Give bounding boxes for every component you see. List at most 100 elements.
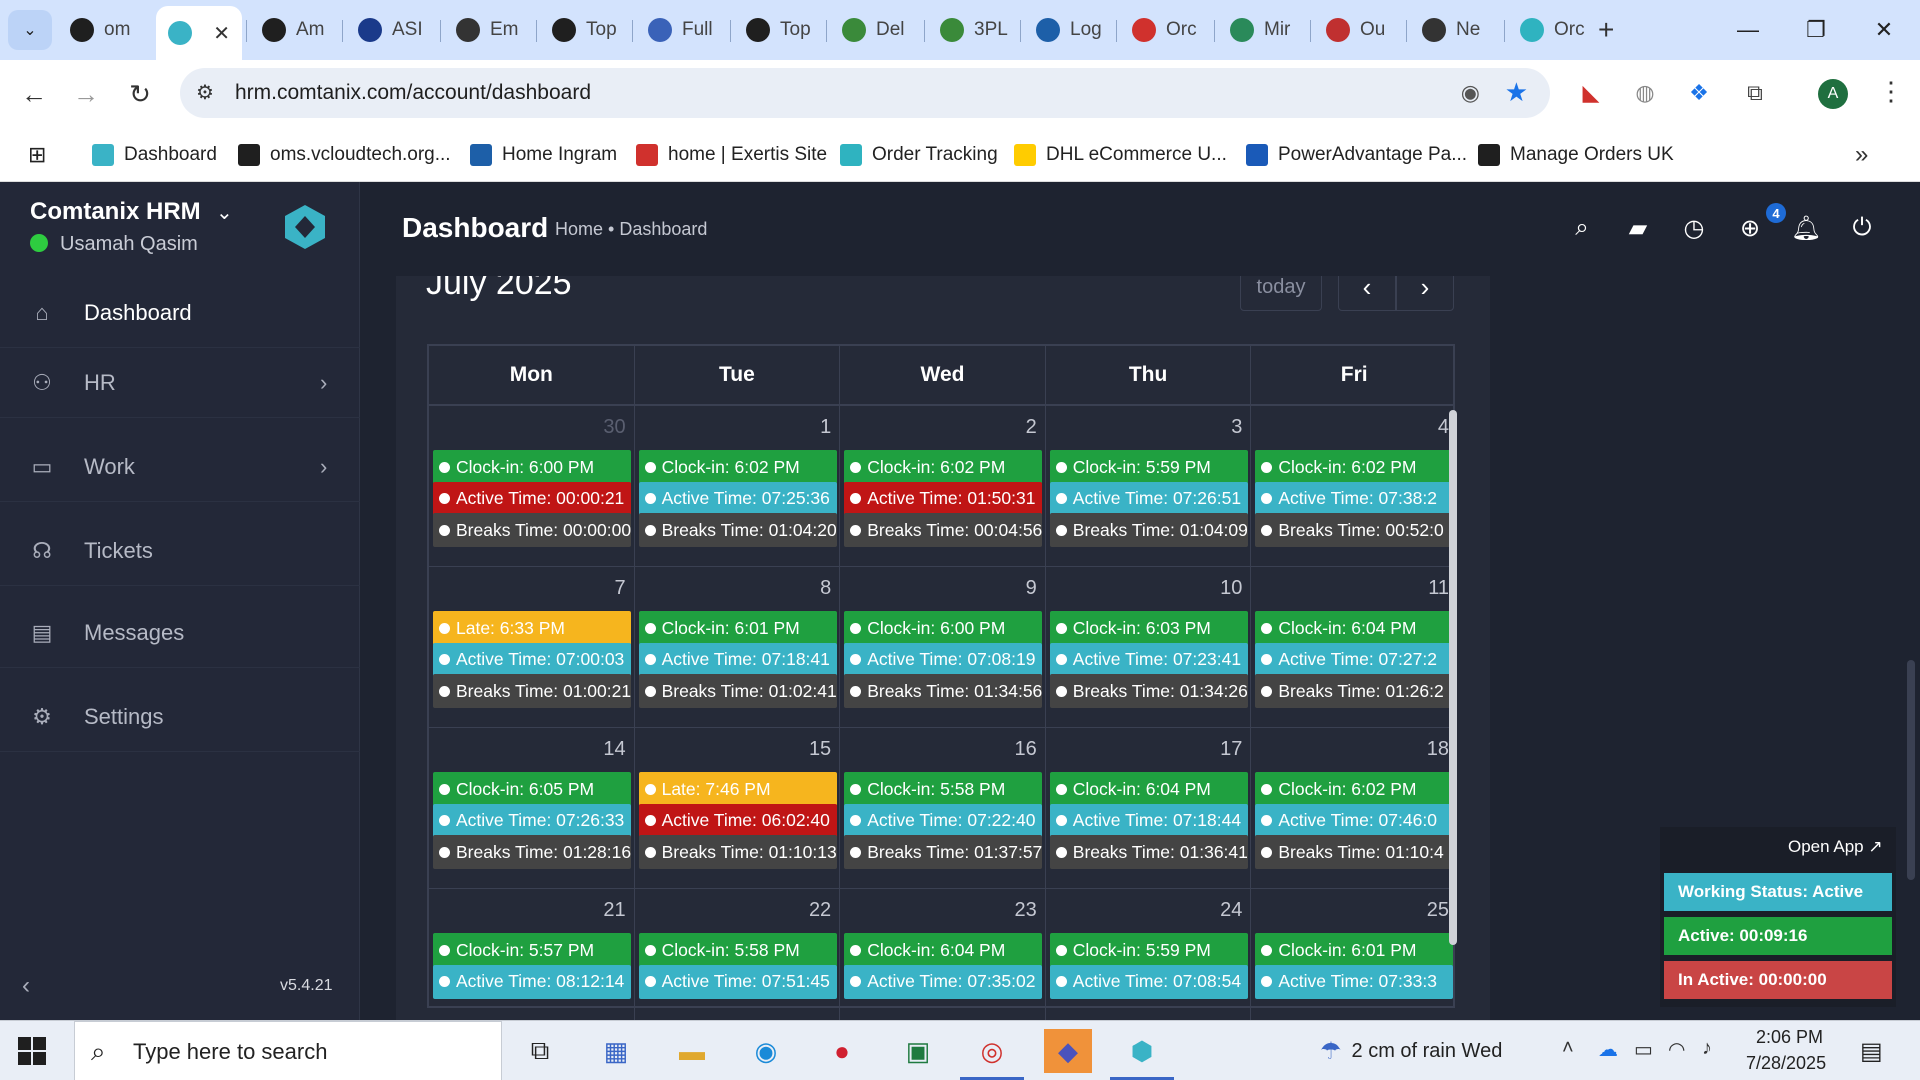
- browser-menu-icon[interactable]: ⋮: [1878, 76, 1904, 107]
- calendar-event[interactable]: Breaks Time: 01:10:13: [638, 835, 837, 869]
- tray-overflow-icon[interactable]: ˄: [1562, 1037, 1574, 1060]
- bell-icon[interactable]: 🔔︎: [1790, 212, 1822, 244]
- calendar-event[interactable]: Breaks Time: 01:04:20: [638, 513, 837, 547]
- excel-icon[interactable]: ▣: [894, 1029, 942, 1073]
- calendar-event[interactable]: Clock-in: 5:59 PM: [1049, 450, 1248, 484]
- open-app-link[interactable]: Open App ↗: [1788, 837, 1883, 857]
- calendar-event[interactable]: Clock-in: 5:58 PM: [638, 933, 837, 967]
- calendar-day-cell[interactable]: 9 Clock-in: 6:00 PM Active Time: 07:08:19 B…: [840, 567, 1046, 727]
- calendar-day-cell[interactable]: 18 Clock-in: 6:02 PM Active Time: 07:46:0 B…: [1251, 728, 1457, 888]
- calendar-event[interactable]: Clock-in: 6:04 PM: [844, 933, 1043, 967]
- calendar-event[interactable]: Clock-in: 6:02 PM: [1255, 450, 1454, 484]
- calendar-event[interactable]: Active Time: 07:51:45: [638, 964, 837, 999]
- clock-icon[interactable]: ◷: [1678, 212, 1710, 244]
- calendar-event[interactable]: Active Time: 07:46:0: [1255, 803, 1454, 838]
- calendar-event[interactable]: Breaks Time: 01:36:41: [1049, 835, 1248, 869]
- calendar-event[interactable]: Clock-in: 6:00 PM: [433, 450, 631, 484]
- calendar-scrollbar[interactable]: [1449, 410, 1457, 945]
- calendar-event[interactable]: Active Time: 07:08:19: [844, 642, 1043, 677]
- calendar-event[interactable]: Breaks Time: 01:34:26: [1049, 674, 1248, 708]
- calendar-event[interactable]: Late: 6:33 PM: [433, 611, 631, 645]
- edge-icon[interactable]: ◉: [742, 1029, 790, 1073]
- calendar-event[interactable]: Clock-in: 6:02 PM: [1255, 772, 1454, 806]
- browser-tab[interactable]: Em: [444, 10, 534, 50]
- calendar-day-cell[interactable]: 1 Clock-in: 6:02 PM Active Time: 07:25:36 B…: [635, 406, 841, 566]
- sidebar-item-settings[interactable]: ⚙ Settings: [0, 682, 360, 752]
- bookmark-item[interactable]: PowerAdvantage Pa...: [1246, 139, 1467, 171]
- browser-tab[interactable]: ASI: [346, 10, 436, 50]
- notification-center-icon[interactable]: ▤: [1860, 1037, 1883, 1066]
- windows-start-icon[interactable]: [18, 1037, 46, 1065]
- calendar-day-cell[interactable]: 25 Clock-in: 6:01 PM Active Time: 07:33:3: [1251, 889, 1457, 1020]
- calendar-event[interactable]: Clock-in: 6:05 PM: [433, 772, 631, 806]
- calendar-day-cell[interactable]: 8 Clock-in: 6:01 PM Active Time: 07:18:41 B…: [635, 567, 841, 727]
- calendar-event[interactable]: Active Time: 07:26:51: [1049, 481, 1248, 516]
- calendar-event[interactable]: Breaks Time: 00:52:0: [1255, 513, 1454, 547]
- reload-button[interactable]: ↻: [120, 74, 160, 114]
- bookmark-item[interactable]: Manage Orders UK: [1478, 139, 1674, 171]
- calendar-event[interactable]: Active Time: 07:18:44: [1049, 803, 1248, 838]
- chrome-icon[interactable]: ◎: [968, 1029, 1016, 1073]
- calendar-event[interactable]: Clock-in: 6:04 PM: [1255, 611, 1454, 645]
- browser-tab[interactable]: om: [58, 10, 148, 50]
- browser-tab[interactable]: Full: [636, 10, 726, 50]
- close-tab-icon[interactable]: ✕: [213, 21, 230, 46]
- calendar-day-cell[interactable]: 16 Clock-in: 5:58 PM Active Time: 07:22:40…: [840, 728, 1046, 888]
- calendar-event[interactable]: Active Time: 06:02:40: [638, 803, 837, 838]
- battery-icon[interactable]: ▭: [1634, 1037, 1653, 1062]
- add-icon[interactable]: ⊕: [1734, 212, 1766, 244]
- calendar-event[interactable]: Breaks Time: 01:02:41: [638, 674, 837, 708]
- calendar-event[interactable]: Breaks Time: 01:28:16: [433, 835, 631, 869]
- tracking-protection-icon[interactable]: ◉: [1461, 80, 1480, 106]
- profile-avatar[interactable]: A: [1818, 79, 1848, 109]
- calendar-event[interactable]: Clock-in: 5:57 PM: [433, 933, 631, 967]
- browser-tab[interactable]: Ou: [1314, 10, 1404, 50]
- calendar-event[interactable]: Active Time: 07:33:3: [1255, 964, 1454, 999]
- taskbar-search-input[interactable]: ⌕ Type here to search: [74, 1021, 502, 1080]
- restore-button[interactable]: ❐: [1786, 10, 1846, 50]
- browser-tab[interactable]: Mir: [1218, 10, 1308, 50]
- calendar-event[interactable]: Clock-in: 6:03 PM: [1049, 611, 1248, 645]
- browser-tab[interactable]: Top: [540, 10, 630, 50]
- calculator-icon[interactable]: ▦: [592, 1029, 640, 1073]
- calendar-event[interactable]: Breaks Time: 01:37:57: [844, 835, 1043, 869]
- calendar-event[interactable]: Active Time: 07:25:36: [638, 481, 837, 516]
- bookmark-item[interactable]: Dashboard: [92, 139, 217, 171]
- calendar-event[interactable]: Active Time: 07:27:2: [1255, 642, 1454, 677]
- browser-tab[interactable]: Am: [250, 10, 340, 50]
- back-button[interactable]: ←: [14, 74, 54, 114]
- calendar-day-cell[interactable]: 24 Clock-in: 5:59 PM Active Time: 07:08:54: [1046, 889, 1252, 1020]
- calendar-event[interactable]: Clock-in: 6:01 PM: [638, 611, 837, 645]
- volume-icon[interactable]: ♪: [1702, 1037, 1712, 1060]
- calendar-event[interactable]: Clock-in: 6:04 PM: [1049, 772, 1248, 806]
- calendar-event[interactable]: Clock-in: 6:00 PM: [844, 611, 1043, 645]
- sidebar-item-messages[interactable]: ▤ Messages: [0, 598, 360, 668]
- tab-search-button[interactable]: ⌄: [8, 10, 52, 50]
- calendar-day-cell[interactable]: 7 Late: 6:33 PM Active Time: 07:00:03 Break…: [429, 567, 635, 727]
- calendar-day-cell[interactable]: 10 Clock-in: 6:03 PM Active Time: 07:23:41…: [1046, 567, 1252, 727]
- browser-tab[interactable]: Orc: [1120, 10, 1210, 50]
- bookmark-item[interactable]: oms.vcloudtech.org...: [238, 139, 451, 171]
- calendar-event[interactable]: Active Time: 07:00:03: [433, 642, 631, 677]
- calendar-day-cell[interactable]: 14 Clock-in: 6:05 PM Active Time: 07:26:33…: [429, 728, 635, 888]
- calendar-event[interactable]: Clock-in: 6:01 PM: [1255, 933, 1454, 967]
- calendar-event[interactable]: Breaks Time: 01:10:4: [1255, 835, 1454, 869]
- calendar-event[interactable]: Active Time: 07:08:54: [1049, 964, 1248, 999]
- calendar-event[interactable]: Active Time: 07:18:41: [638, 642, 837, 677]
- calendar-event[interactable]: Clock-in: 5:58 PM: [844, 772, 1043, 806]
- forward-button[interactable]: →: [66, 74, 106, 114]
- teams-icon[interactable]: ◆: [1044, 1029, 1092, 1073]
- clock-time[interactable]: 2:06 PM: [1756, 1027, 1823, 1048]
- notes-icon[interactable]: ▰: [1622, 212, 1654, 244]
- calendar-day-cell[interactable]: 17 Clock-in: 6:04 PM Active Time: 07:18:44…: [1046, 728, 1252, 888]
- browser-tab[interactable]: Orc: [1508, 10, 1598, 50]
- search-icon[interactable]: ⌕: [1566, 212, 1598, 244]
- calendar-day-cell[interactable]: 4 Clock-in: 6:02 PM Active Time: 07:38:2 Br…: [1251, 406, 1457, 566]
- calendar-day-cell[interactable]: 2 Clock-in: 6:02 PM Active Time: 01:50:31 B…: [840, 406, 1046, 566]
- calendar-day-cell[interactable]: 21 Clock-in: 5:57 PM Active Time: 08:12:14: [429, 889, 635, 1020]
- calendar-day-cell[interactable]: 23 Clock-in: 6:04 PM Active Time: 07:35:02: [840, 889, 1046, 1020]
- bookmark-item[interactable]: home | Exertis Site: [636, 139, 827, 171]
- minimize-button[interactable]: —: [1718, 10, 1778, 50]
- bookmark-star-icon[interactable]: ★: [1505, 77, 1528, 108]
- extensions-puzzle-icon[interactable]: ⧉: [1740, 78, 1770, 108]
